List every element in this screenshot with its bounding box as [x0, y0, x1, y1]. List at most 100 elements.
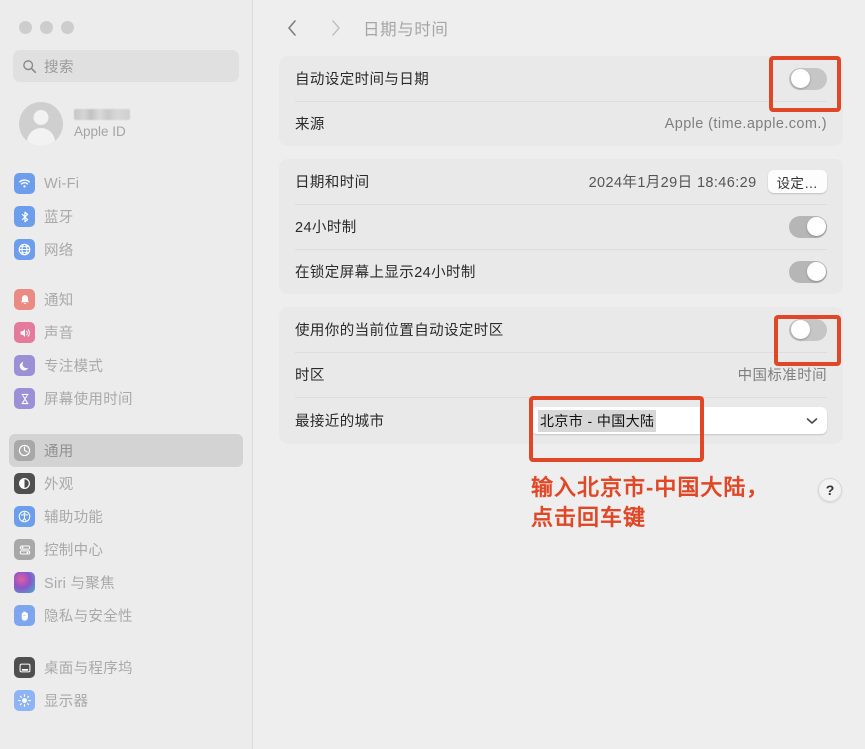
sidebar-item-siri-spotlight[interactable]: Siri 与聚焦 — [9, 566, 243, 599]
closest-city-label: 最接近的城市 — [295, 414, 385, 430]
bluetooth-icon — [14, 206, 35, 227]
page-title: 日期与时间 — [363, 21, 449, 39]
sidebar-item-label: 蓝牙 — [44, 210, 74, 226]
search-input[interactable]: 搜索 — [13, 50, 239, 82]
sidebar-item-appearance[interactable]: 外观 — [9, 467, 243, 500]
content-pane: 日期与时间 自动设定时间与日期 来源 Apple (time.apple.com… — [253, 0, 865, 749]
sidebar-item-label: Wi-Fi — [44, 175, 80, 192]
sidebar-item-label: 屏幕使用时间 — [44, 392, 133, 408]
timezone-row: 时区 中国标准时间 — [279, 352, 843, 397]
sidebar-item-wifi[interactable]: Wi-Fi — [9, 167, 243, 200]
sidebar-group-network: Wi-Fi 蓝牙 网络 — [0, 167, 252, 266]
sidebar-item-displays[interactable]: 显示器 — [9, 684, 243, 717]
sidebar-item-label: 控制中心 — [44, 543, 104, 559]
date-time-value: 2024年1月29日 18:46:29 — [588, 175, 757, 191]
apple-id-row[interactable]: Apple ID — [13, 96, 239, 152]
avatar — [19, 102, 63, 146]
sidebar-item-sound[interactable]: 声音 — [9, 316, 243, 349]
zoom-button[interactable] — [61, 21, 74, 34]
control-center-icon — [14, 539, 35, 560]
sidebar-item-network[interactable]: 网络 — [9, 233, 243, 266]
sidebar-item-label: 隐私与安全性 — [44, 609, 133, 625]
display-brightness-icon — [14, 690, 35, 711]
system-settings-window: 搜索 Apple ID Wi-Fi 蓝牙 网络 通知 声音 专注模式 屏幕使用时… — [0, 0, 865, 749]
sidebar-item-label: 网络 — [44, 243, 74, 259]
sidebar-item-label: 通用 — [44, 444, 74, 460]
time-source-label: 来源 — [295, 117, 325, 133]
gear-icon — [14, 440, 35, 461]
24-hour-row: 24小时制 — [279, 204, 843, 249]
globe-icon — [14, 239, 35, 260]
sidebar-item-general[interactable]: 通用 — [9, 434, 243, 467]
moon-icon — [14, 355, 35, 376]
sidebar-item-desktop-dock[interactable]: 桌面与程序坞 — [9, 651, 243, 684]
sidebar-group-display: 桌面与程序坞 显示器 — [0, 651, 252, 717]
sidebar-item-label: 显示器 — [44, 694, 89, 710]
annotation-line-1: 输入北京市-中国大陆， — [531, 475, 770, 500]
sidebar-item-notifications[interactable]: 通知 — [9, 283, 243, 316]
auto-set-time-toggle[interactable] — [789, 67, 827, 90]
chevron-down-icon[interactable] — [806, 417, 818, 425]
bell-icon — [14, 289, 35, 310]
settings-cards: 自动设定时间与日期 来源 Apple (time.apple.com.) 日期和… — [253, 56, 865, 444]
help-button[interactable]: ? — [818, 478, 842, 502]
sidebar-item-screen-time[interactable]: 屏幕使用时间 — [9, 382, 243, 415]
search-icon — [23, 59, 37, 73]
lockscreen-24-hour-label: 在锁定屏幕上显示24小时制 — [295, 265, 476, 281]
sidebar-item-label: 专注模式 — [44, 359, 104, 375]
lockscreen-24-hour-toggle[interactable] — [789, 260, 827, 283]
sidebar-item-focus[interactable]: 专注模式 — [9, 349, 243, 382]
siri-icon — [14, 572, 35, 593]
annotation-instruction: 输入北京市-中国大陆， 点击回车键 — [531, 473, 769, 532]
sidebar-item-label: Siri 与聚焦 — [44, 576, 115, 592]
navigation-toolbar: 日期与时间 — [253, 0, 865, 56]
24-hour-toggle[interactable] — [789, 215, 827, 238]
appearance-icon — [14, 473, 35, 494]
date-time-row: 日期和时间 2024年1月29日 18:46:29 设定… — [279, 159, 843, 204]
auto-time-card: 自动设定时间与日期 来源 Apple (time.apple.com.) — [279, 56, 843, 146]
search-placeholder: 搜索 — [44, 59, 74, 76]
set-date-time-button[interactable]: 设定… — [767, 170, 827, 193]
sidebar-item-label: 声音 — [44, 326, 74, 342]
hand-privacy-icon — [14, 605, 35, 626]
traffic-lights — [0, 0, 252, 34]
apple-id-label: Apple ID — [74, 124, 126, 139]
sidebar-group-alerts: 通知 声音 专注模式 屏幕使用时间 — [0, 283, 252, 415]
sidebar-item-control-center[interactable]: 控制中心 — [9, 533, 243, 566]
forward-button[interactable] — [323, 15, 349, 41]
timezone-label: 时区 — [295, 368, 325, 384]
sidebar-group-system: 通用 外观 辅助功能 控制中心 Siri 与聚焦 隐私与安全性 — [0, 434, 252, 632]
speaker-icon — [14, 322, 35, 343]
sidebar-item-accessibility[interactable]: 辅助功能 — [9, 500, 243, 533]
sidebar: 搜索 Apple ID Wi-Fi 蓝牙 网络 通知 声音 专注模式 屏幕使用时… — [0, 0, 253, 749]
datetime-card: 日期和时间 2024年1月29日 18:46:29 设定… 24小时制 在锁定屏… — [279, 159, 843, 294]
auto-set-time-label: 自动设定时间与日期 — [295, 72, 430, 88]
sidebar-item-bluetooth[interactable]: 蓝牙 — [9, 200, 243, 233]
back-button[interactable] — [279, 15, 305, 41]
closest-city-row: 最接近的城市 北京市 - 中国大陆 — [279, 397, 843, 444]
sidebar-item-label: 通知 — [44, 293, 74, 309]
wifi-icon — [14, 173, 35, 194]
chevron-right-icon — [332, 20, 340, 36]
lockscreen-24-hour-row: 在锁定屏幕上显示24小时制 — [279, 249, 843, 294]
date-time-label: 日期和时间 — [295, 175, 370, 191]
closest-city-value: 北京市 - 中国大陆 — [538, 409, 657, 432]
timezone-card: 使用你的当前位置自动设定时区 时区 中国标准时间 最接近的城市 北京市 - 中国… — [279, 307, 843, 444]
minimize-button[interactable] — [40, 21, 53, 34]
sidebar-item-label: 桌面与程序坞 — [44, 661, 133, 677]
annotation-line-2: 点击回车键 — [531, 504, 647, 530]
sidebar-item-label: 辅助功能 — [44, 510, 104, 526]
time-source-row: 来源 Apple (time.apple.com.) — [279, 101, 843, 146]
closest-city-combobox[interactable]: 北京市 - 中国大陆 — [531, 407, 827, 434]
close-button[interactable] — [19, 21, 32, 34]
auto-timezone-row: 使用你的当前位置自动设定时区 — [279, 307, 843, 352]
desktop-dock-icon — [14, 657, 35, 678]
chevron-left-icon — [288, 20, 296, 36]
24-hour-label: 24小时制 — [295, 220, 357, 236]
auto-timezone-toggle[interactable] — [789, 318, 827, 341]
auto-timezone-label: 使用你的当前位置自动设定时区 — [295, 323, 504, 339]
account-name-redacted — [74, 109, 130, 120]
auto-set-time-row: 自动设定时间与日期 — [279, 56, 843, 101]
sidebar-item-label: 外观 — [44, 477, 74, 493]
sidebar-item-privacy-security[interactable]: 隐私与安全性 — [9, 599, 243, 632]
